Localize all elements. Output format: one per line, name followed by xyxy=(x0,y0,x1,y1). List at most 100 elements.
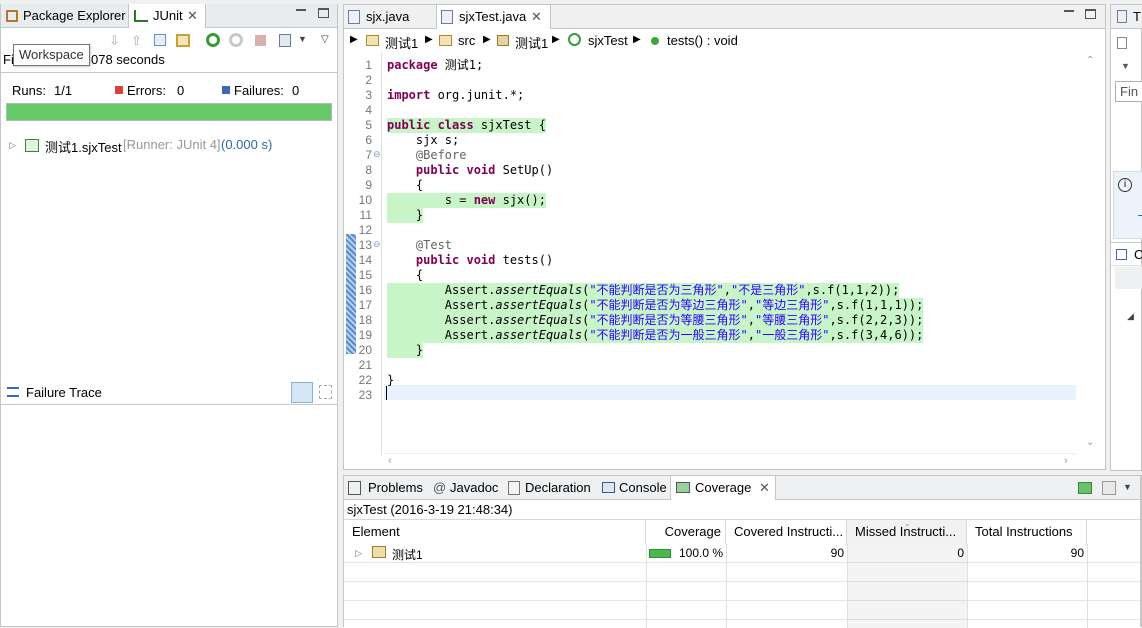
rerun-icon[interactable] xyxy=(206,33,220,47)
code-token: sjxTest { xyxy=(480,118,546,132)
errors-label: Errors: xyxy=(127,83,166,98)
column-header-covered[interactable]: Covered Instructi... xyxy=(726,520,847,544)
history-dropdown-icon[interactable]: ▼ xyxy=(298,34,307,44)
tab-problems[interactable]: Problems xyxy=(344,476,428,500)
code-token: "不能判断是否为等腰三角形" xyxy=(589,313,748,327)
coverage-view: Problems @ Javadoc Declaration Console C… xyxy=(343,475,1142,628)
tab-sjxtest-java[interactable]: sjxTest.java ✕ xyxy=(436,5,551,29)
code-token: "一般三角形" xyxy=(755,328,830,342)
maximize-icon[interactable] xyxy=(1085,9,1096,19)
line-number: 16 xyxy=(358,283,372,297)
scroll-left-icon[interactable]: ‹ xyxy=(388,455,392,467)
line-number: 19 xyxy=(358,328,372,342)
next-failure-icon[interactable]: ⇩ xyxy=(109,33,120,49)
column-header-coverage[interactable]: Coverage xyxy=(646,520,726,544)
view-menu-icon[interactable]: ▼ xyxy=(1123,482,1132,492)
minimize-icon[interactable] xyxy=(1064,9,1074,12)
java-file-icon xyxy=(441,10,453,24)
row-element: 测试1 xyxy=(392,548,423,562)
fold-icon[interactable]: ⊖ xyxy=(373,239,381,250)
close-icon[interactable]: ✕ xyxy=(531,5,542,28)
code-token: , xyxy=(747,298,755,312)
tab-label: Console xyxy=(619,480,667,495)
scroll-up-icon[interactable]: ⌃ xyxy=(1086,55,1094,66)
close-icon[interactable]: ✕ xyxy=(187,4,198,27)
tab-declaration[interactable]: Declaration xyxy=(504,476,598,500)
table-row[interactable]: ▷ 测试1 100.0 % 90 0 90 xyxy=(344,544,1142,563)
breadcrumb-method[interactable]: tests() : void xyxy=(667,33,738,48)
line-number: 21 xyxy=(358,358,372,372)
lock-scroll-icon[interactable] xyxy=(176,34,190,47)
code-line: public class sjxTest { xyxy=(387,118,546,133)
declaration-icon xyxy=(508,481,520,495)
coverage-report-icon[interactable] xyxy=(1078,482,1092,494)
expand-arrow-icon[interactable]: ▷ xyxy=(355,548,362,559)
vertical-scrollbar[interactable]: ⌃ ⌄ xyxy=(1076,52,1105,455)
fold-icon[interactable]: ⊖ xyxy=(373,149,381,160)
rerun-failures-icon[interactable] xyxy=(229,33,243,47)
problems-icon xyxy=(348,481,361,495)
right-tabbar: T xyxy=(1111,5,1142,29)
line-number: 23 xyxy=(358,388,372,402)
horizontal-scrollbar[interactable]: ‹ › xyxy=(384,453,1076,469)
test-name: 测试1.sjxTest xyxy=(45,140,122,155)
section-letter: C xyxy=(1134,247,1142,262)
compare-icon[interactable] xyxy=(319,385,332,399)
code-area[interactable]: package 测试1; import org.junit.*; public cl… xyxy=(384,52,1076,455)
text-cursor xyxy=(386,386,387,400)
maximize-icon[interactable] xyxy=(318,8,329,18)
code-token: , xyxy=(723,283,731,297)
code-token: "不能判断是否为三角形" xyxy=(589,283,724,297)
stop-icon[interactable] xyxy=(255,35,266,46)
expand-icon[interactable]: ◢ xyxy=(1127,311,1134,322)
package-icon xyxy=(497,35,509,46)
history-icon[interactable] xyxy=(279,34,291,47)
failures-only-icon[interactable] xyxy=(154,34,166,46)
line-number: 18 xyxy=(358,313,372,327)
code-token: } xyxy=(387,208,424,222)
tab-sjx-java[interactable]: sjx.java xyxy=(344,5,436,29)
current-line-highlight xyxy=(384,385,1076,400)
task-list-icon xyxy=(1117,10,1127,23)
line-number: 4 xyxy=(365,103,372,117)
code-line: { xyxy=(387,268,423,283)
code-token: 测试1; xyxy=(444,58,484,72)
code-token: ,s.f(1,1,1)); xyxy=(829,298,924,312)
new-task-icon[interactable] xyxy=(1117,37,1127,49)
find-field[interactable]: Fin xyxy=(1115,81,1142,102)
tab-junit[interactable]: JUnit ✕ xyxy=(128,4,206,28)
expand-arrow-icon[interactable]: ▷ xyxy=(9,140,16,151)
line-number: 2 xyxy=(365,73,372,87)
tab-coverage[interactable]: Coverage ✕ xyxy=(670,476,776,500)
column-header-total[interactable]: Total Instructions xyxy=(967,520,1087,544)
tab-javadoc[interactable]: @ Javadoc xyxy=(428,476,504,500)
method-icon xyxy=(651,37,659,45)
code-line: Assert.assertEquals("不能判断是否为三角形","不是三角形"… xyxy=(387,283,900,298)
previous-failure-icon[interactable]: ⇧ xyxy=(131,33,142,49)
column-header-element[interactable]: Element xyxy=(344,520,646,544)
test-suite-icon xyxy=(25,139,39,152)
scroll-down-icon[interactable]: ⌄ xyxy=(1086,437,1094,448)
tab-package-explorer[interactable]: Package Explorer xyxy=(1,4,127,28)
view-menu-icon[interactable]: ▽ xyxy=(321,34,329,45)
coverage-icon xyxy=(676,482,690,493)
failure-trace-header: Failure Trace xyxy=(1,380,337,405)
minimize-icon[interactable] xyxy=(296,8,306,11)
coverage-session-icon[interactable] xyxy=(1102,481,1116,495)
code-token: ,s.f(1,1,2)); xyxy=(805,283,900,297)
close-icon[interactable]: ✕ xyxy=(759,476,770,499)
scroll-right-icon[interactable]: › xyxy=(1064,455,1068,467)
breadcrumb-class[interactable]: sjxTest xyxy=(588,33,628,48)
breadcrumb-project[interactable]: 测试1 xyxy=(385,33,418,52)
code-line: @Before xyxy=(387,148,467,163)
filter-trace-icon[interactable] xyxy=(291,382,313,403)
code-line: public void tests() xyxy=(387,253,553,268)
tab-console[interactable]: Console xyxy=(598,476,670,500)
right-tab-letter[interactable]: T xyxy=(1133,9,1141,24)
dropdown-icon[interactable]: ▼ xyxy=(1121,61,1130,71)
info-link-fragment[interactable] xyxy=(1138,202,1142,216)
bottom-tabbar: Problems @ Javadoc Declaration Console C… xyxy=(344,476,1142,500)
breadcrumb-package[interactable]: 测试1 xyxy=(515,33,548,52)
breadcrumb-src[interactable]: src xyxy=(458,33,475,48)
